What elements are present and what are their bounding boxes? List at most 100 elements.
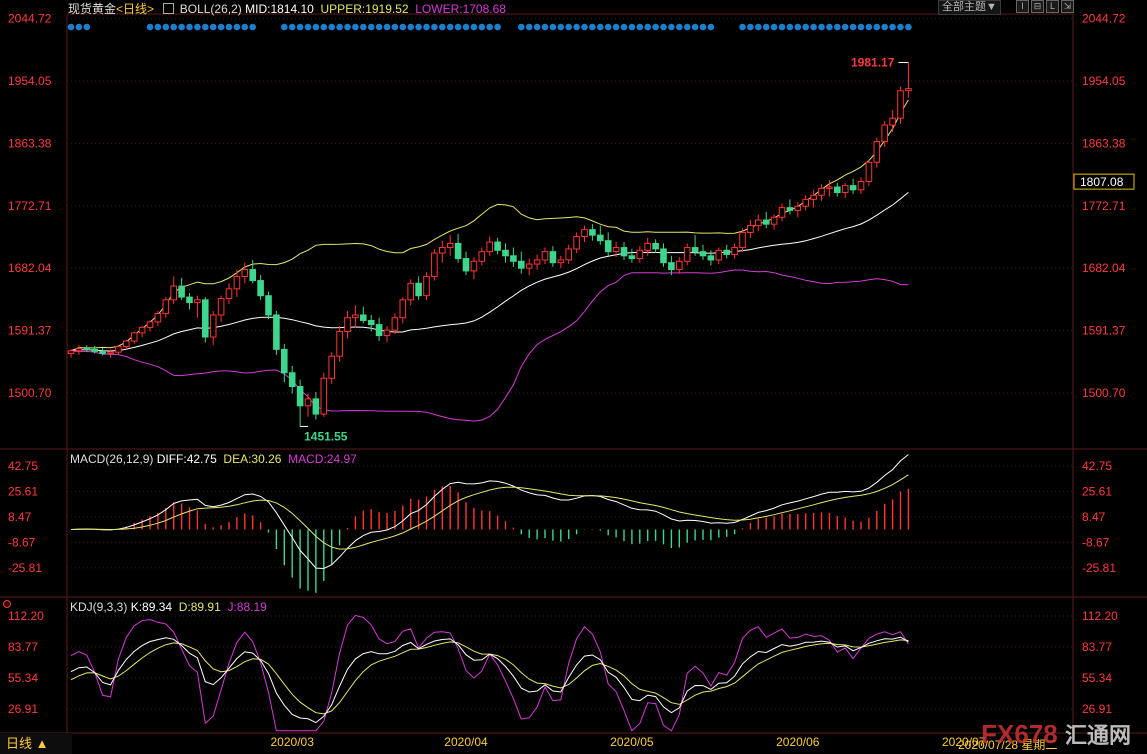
signal-dot-38 xyxy=(367,23,375,31)
candle-9 xyxy=(138,325,146,337)
signal-dot-11 xyxy=(154,23,162,31)
signal-dot-76 xyxy=(668,23,675,31)
candle-body-34 xyxy=(336,330,343,357)
candle-62 xyxy=(557,255,565,269)
chart-canvas[interactable]: 1981.17 1451.55 1807.08 2044.72 2044.72 1954… xyxy=(0,0,1147,754)
boll-lower-value: LOWER:1708.68 xyxy=(415,2,506,16)
signal-dot-13 xyxy=(170,23,177,31)
candle-body-95 xyxy=(818,187,825,196)
candle-body-78 xyxy=(683,247,691,262)
signal-dot-21 xyxy=(233,23,241,31)
candle-body-2 xyxy=(83,348,91,351)
candle-71 xyxy=(628,248,636,263)
candle-body-93 xyxy=(802,198,810,207)
candle-8 xyxy=(130,331,138,344)
period-label[interactable]: <日线> xyxy=(116,2,154,16)
candle-60 xyxy=(541,247,549,265)
signal-dot-71 xyxy=(628,23,636,31)
signal-dot-58 xyxy=(525,23,533,31)
kdj-panel xyxy=(70,614,909,732)
candle-body-74 xyxy=(652,242,659,250)
macd-tick-right-4: -25.81 xyxy=(1082,561,1116,575)
candle-body-41 xyxy=(391,317,399,331)
signal-dot-14 xyxy=(178,23,185,31)
macd-tick-right-1: 25.61 xyxy=(1082,484,1112,498)
candle-body-60 xyxy=(541,251,549,261)
candle-body-20 xyxy=(225,288,233,299)
candle-body-42 xyxy=(399,299,407,319)
candle-body-94 xyxy=(810,194,817,200)
signal-dot-15 xyxy=(186,23,193,31)
kdj-tick-left-1: 83.77 xyxy=(8,640,38,654)
signal-dot-34 xyxy=(336,23,343,31)
price-tick-left-3: 1772.71 xyxy=(8,199,52,213)
signal-dot-69 xyxy=(612,23,620,31)
candle-body-104 xyxy=(889,117,896,126)
signal-dot-1 xyxy=(75,23,83,31)
candle-52 xyxy=(478,247,486,266)
signal-dot-12 xyxy=(162,23,170,31)
candle-70 xyxy=(620,242,628,260)
theme-select-button[interactable]: 全部主题▼ xyxy=(938,0,1001,15)
fullscreen-icon[interactable]: ⇲ xyxy=(1061,0,1074,13)
candle-body-106 xyxy=(905,88,912,92)
candle-body-72 xyxy=(636,249,644,260)
candle-body-9 xyxy=(138,326,146,334)
macd-tick-left-1: 25.61 xyxy=(8,484,38,498)
candle-body-38 xyxy=(367,319,375,326)
price-tick-right-2: 1863.38 xyxy=(1082,136,1126,150)
price-tick-right-1: 1954.05 xyxy=(1082,74,1126,88)
signal-dot-59 xyxy=(533,23,541,31)
candle-body-7 xyxy=(123,340,130,348)
candle-body-64 xyxy=(573,236,580,250)
signal-dot-92 xyxy=(794,23,802,31)
signal-dot-36 xyxy=(352,23,359,31)
chart-frame xyxy=(66,13,1074,734)
signal-dot-67 xyxy=(597,23,604,31)
candle-body-29 xyxy=(296,386,304,407)
candle-body-96 xyxy=(826,186,833,189)
candle-body-16 xyxy=(194,299,201,304)
signal-dot-62 xyxy=(557,23,565,31)
candle-body-6 xyxy=(115,346,122,353)
candle-body-55 xyxy=(502,249,509,257)
boll-label: BOLL(26,2) xyxy=(179,2,242,16)
boll-lower-line xyxy=(70,269,909,422)
boll-mid-value: MID:1814.10 xyxy=(245,2,314,16)
signal-dot-60 xyxy=(541,23,549,31)
signal-dot-46 xyxy=(431,23,438,31)
price-tick-left-2: 1863.38 xyxy=(8,136,52,150)
indicator-list-icon[interactable]: ⊟ xyxy=(1031,0,1044,13)
candle-44 xyxy=(415,276,422,300)
candle-58 xyxy=(525,258,533,276)
candle-66 xyxy=(589,224,596,241)
candle-body-27 xyxy=(281,348,288,374)
signal-dot-66 xyxy=(589,23,596,31)
image-export-icon[interactable]: L xyxy=(1046,0,1059,13)
candle-body-51 xyxy=(470,260,478,272)
kdj-settings-dot-icon[interactable] xyxy=(3,600,11,608)
candle-89 xyxy=(770,214,778,230)
candle-25 xyxy=(265,291,272,320)
boll-indicator-icon[interactable] xyxy=(163,3,175,14)
candle-47 xyxy=(439,240,446,263)
signal-dot-0 xyxy=(67,23,75,31)
candle-body-22 xyxy=(241,269,249,277)
candle-34 xyxy=(336,325,343,362)
candle-body-18 xyxy=(209,314,217,338)
candle-15 xyxy=(186,292,193,310)
signal-dot-41 xyxy=(391,23,399,31)
candle-92 xyxy=(794,202,802,218)
signal-dot-78 xyxy=(683,23,691,31)
candle-body-44 xyxy=(415,282,422,297)
signal-dot-50 xyxy=(462,23,470,31)
signal-dot-51 xyxy=(470,23,478,31)
candle-100 xyxy=(857,177,865,194)
price-tick-left-5: 1591.37 xyxy=(8,324,52,338)
period-tab[interactable]: 日线 ▲ xyxy=(0,733,72,754)
candle-body-97 xyxy=(834,186,841,194)
signal-dot-45 xyxy=(423,23,430,31)
signal-dot-27 xyxy=(281,23,288,31)
signal-dot-99 xyxy=(849,23,857,31)
indicator-settings-icon[interactable]: I xyxy=(1016,0,1029,13)
